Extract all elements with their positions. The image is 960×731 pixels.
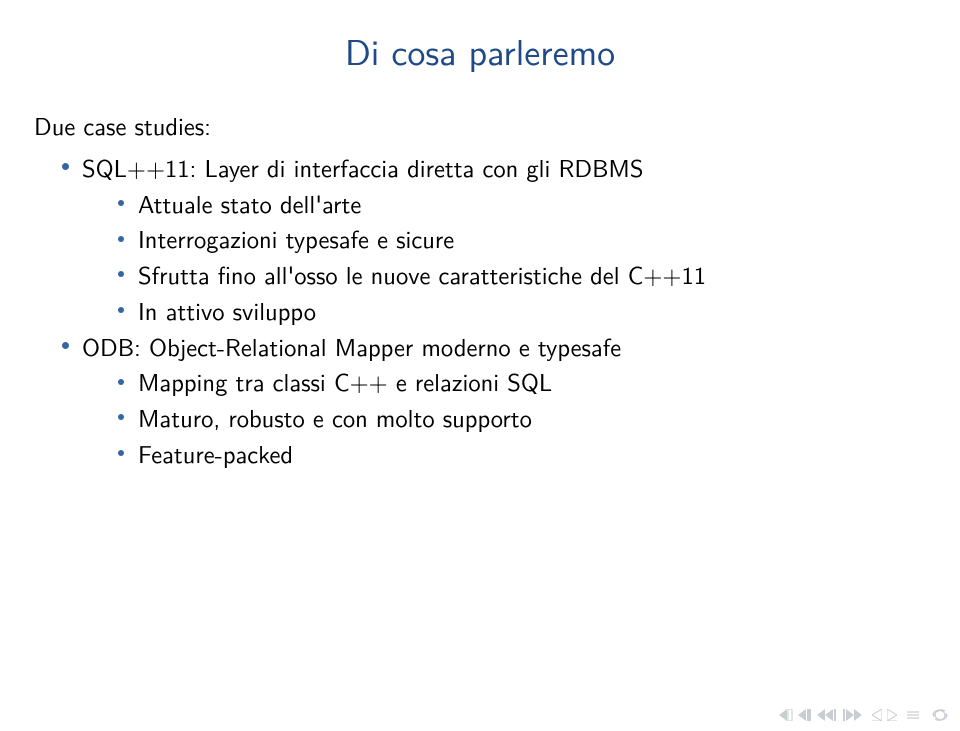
subitem-label: Mapping tra classi C++ e relazioni SQL xyxy=(138,363,552,399)
list-item: SQL++11: Layer di interfaccia diretta co… xyxy=(62,150,926,329)
nav-refresh[interactable] xyxy=(930,707,950,723)
subitem-label: In attivo sviluppo xyxy=(138,292,316,328)
nav-controls xyxy=(779,707,950,723)
subitem-label: Interrogazioni typesafe e sicure xyxy=(138,220,454,256)
subitem-label: Sfrutta fino all'osso le nuove caratteri… xyxy=(138,256,706,292)
nav-first[interactable] xyxy=(779,709,793,721)
nav-equiv-icon[interactable] xyxy=(907,709,919,721)
subitem-label: Feature-packed xyxy=(138,435,293,471)
nav-prev-line[interactable] xyxy=(872,709,882,721)
list-level2: Mapping tra classi C++ e relazioni SQL M… xyxy=(118,364,926,471)
subitem-label: Attuale stato dell'arte xyxy=(138,185,361,221)
list-item: Attuale stato dell'arte xyxy=(118,186,926,222)
slide-title: Di cosa parleremo xyxy=(0,24,960,77)
list-item: Maturo, robusto e con molto supporto xyxy=(118,400,926,436)
list-item: ODB: Object-Relational Mapper moderno e … xyxy=(62,329,926,472)
list-item: Mapping tra classi C++ e relazioni SQL xyxy=(118,364,926,400)
subitem-label: Maturo, robusto e con molto supporto xyxy=(138,399,532,435)
list-item: Feature-packed xyxy=(118,436,926,472)
list-item: Interrogazioni typesafe e sicure xyxy=(118,221,926,257)
list-item: Sfrutta fino all'osso le nuove caratteri… xyxy=(118,257,926,293)
nav-prev[interactable] xyxy=(817,709,837,721)
nav-next[interactable] xyxy=(842,709,862,721)
slide: Di cosa parleremo Due case studies: SQL+… xyxy=(0,0,960,731)
list-item: In attivo sviluppo xyxy=(118,293,926,329)
item-label: SQL++11: Layer di interfaccia diretta co… xyxy=(82,149,643,185)
nav-next-line[interactable] xyxy=(887,709,897,721)
nav-prev-section[interactable] xyxy=(798,709,812,721)
slide-body: Due case studies: SQL++11: Layer di inte… xyxy=(34,108,926,472)
intro-text: Due case studies: xyxy=(34,108,926,144)
item-label: ODB: Object-Relational Mapper moderno e … xyxy=(82,328,621,364)
list-level1: SQL++11: Layer di interfaccia diretta co… xyxy=(62,150,926,472)
list-level2: Attuale stato dell'arte Interrogazioni t… xyxy=(118,186,926,329)
